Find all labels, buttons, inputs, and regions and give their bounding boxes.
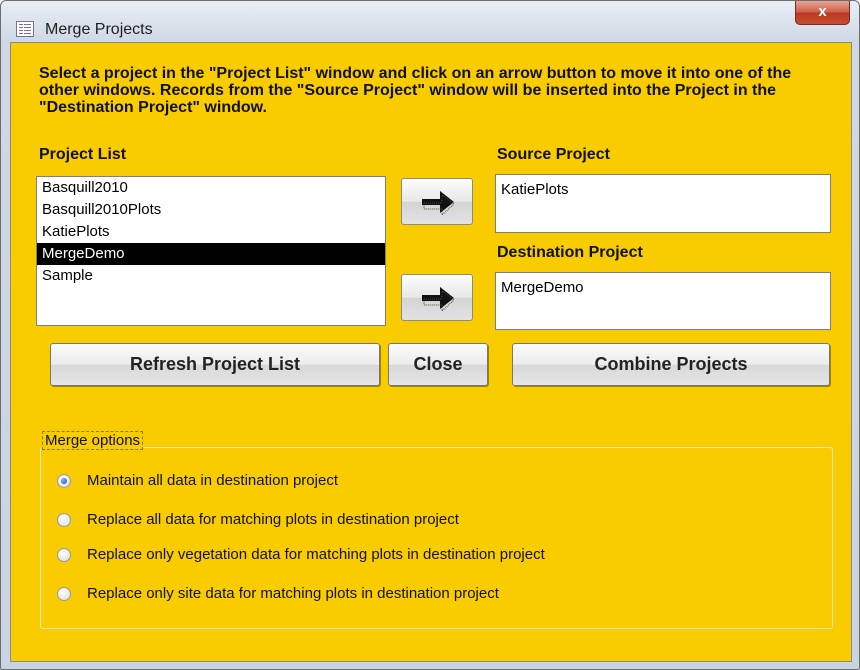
project-list[interactable]: Basquill2010 Basquill2010Plots KatiePlot… — [36, 176, 386, 326]
move-to-source-button[interactable] — [401, 178, 473, 225]
list-item-selected[interactable]: MergeDemo — [37, 243, 385, 265]
list-item[interactable]: Sample — [37, 265, 385, 287]
instructions-text: Select a project in the "Project List" w… — [39, 65, 792, 116]
destination-project-label: Destination Project — [497, 244, 643, 261]
option-label: Maintain all data in destination project — [87, 472, 338, 489]
close-button[interactable]: Close — [388, 343, 488, 386]
source-project-value: KatiePlots — [501, 181, 569, 198]
merge-options-label: Merge options — [42, 431, 144, 450]
combine-projects-button[interactable]: Combine Projects — [512, 343, 830, 386]
window-title: Merge Projects — [45, 21, 153, 38]
right-arrow-icon — [422, 191, 455, 215]
right-arrow-icon — [422, 287, 455, 311]
source-project-field[interactable]: KatiePlots — [495, 174, 831, 233]
radio-button[interactable] — [57, 587, 71, 601]
radio-button[interactable] — [57, 548, 71, 562]
destination-project-field[interactable]: MergeDemo — [495, 272, 831, 330]
list-item[interactable]: Basquill2010 — [37, 177, 385, 199]
destination-project-value: MergeDemo — [501, 279, 584, 296]
list-item[interactable]: KatiePlots — [37, 221, 385, 243]
source-project-label: Source Project — [497, 146, 610, 163]
form-body: Select a project in the "Project List" w… — [10, 42, 852, 662]
project-list-label: Project List — [39, 146, 127, 163]
title-bar[interactable]: Merge Projects x — [1, 1, 859, 41]
refresh-project-list-button[interactable]: Refresh Project List — [50, 343, 380, 386]
option-label: Replace all data for matching plots in d… — [87, 511, 459, 528]
list-item[interactable]: Basquill2010Plots — [37, 199, 385, 221]
radio-button-selected[interactable] — [57, 474, 71, 488]
option-label: Replace only site data for matching plot… — [87, 585, 499, 602]
option-label: Replace only vegetation data for matchin… — [87, 546, 545, 563]
move-to-destination-button[interactable] — [401, 274, 473, 321]
form-icon — [16, 21, 34, 37]
radio-button[interactable] — [57, 513, 71, 527]
close-window-button[interactable]: x — [795, 1, 850, 25]
merge-projects-window: Merge Projects x Select a project in the… — [0, 0, 860, 670]
